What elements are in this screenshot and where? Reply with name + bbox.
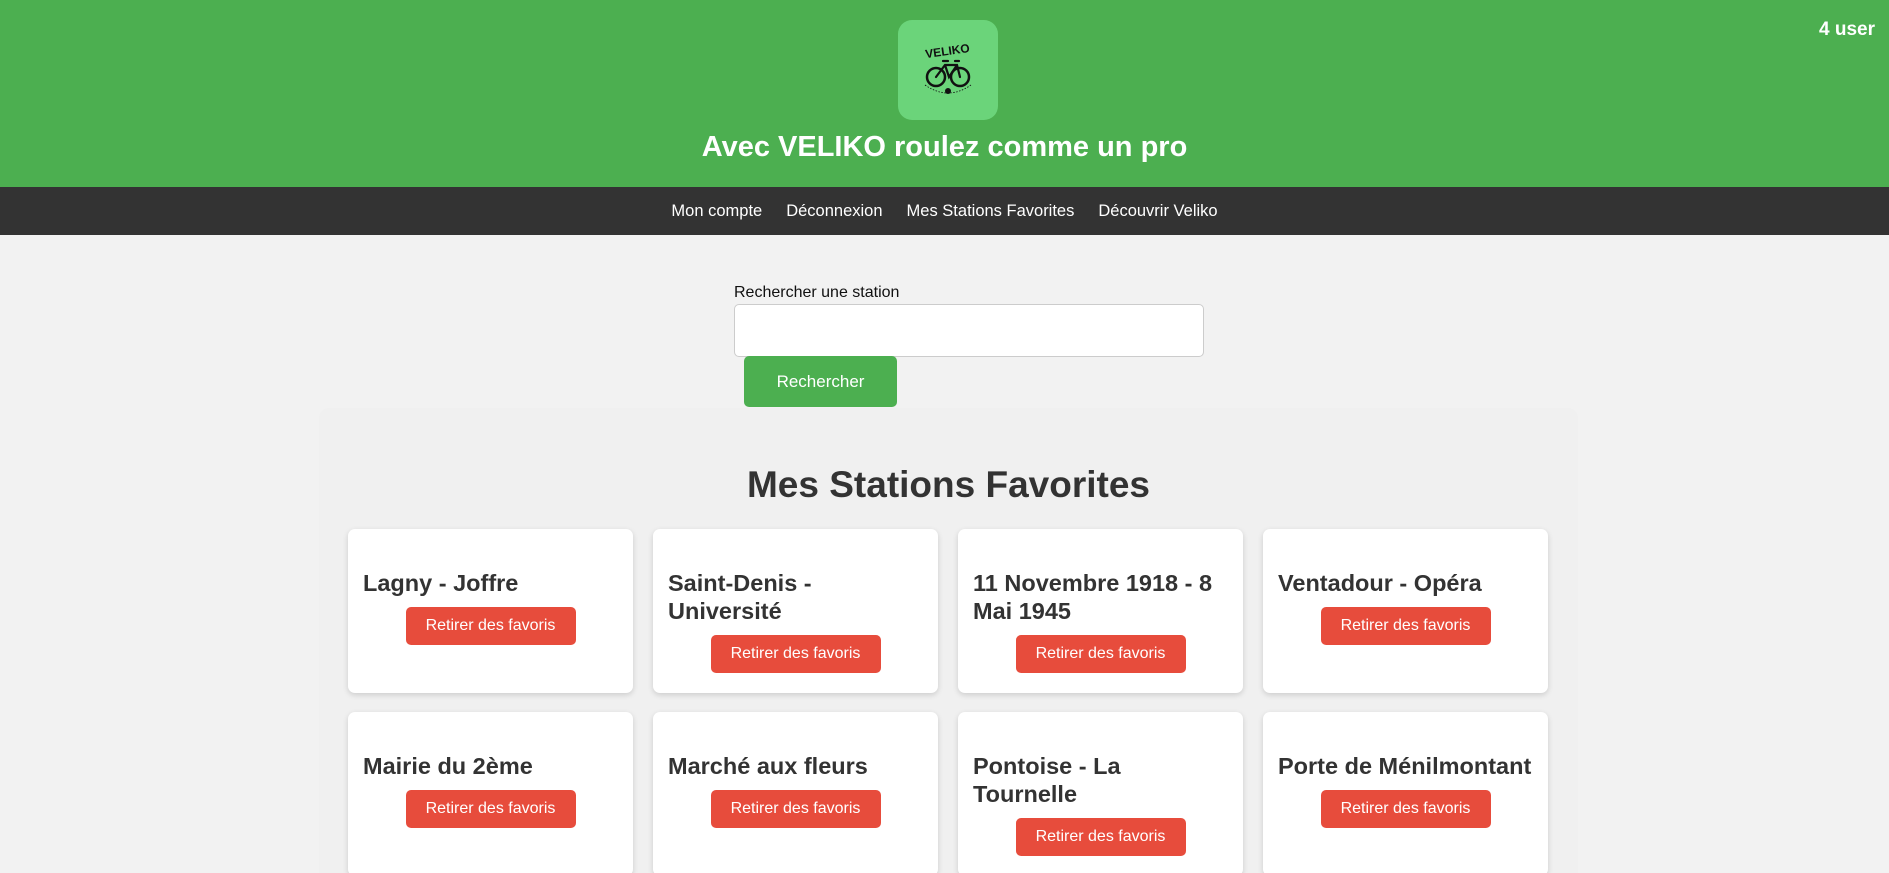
station-card: Saint-Denis - Université Retirer des fav… [653,529,938,693]
veliko-logo[interactable]: VELIKO [898,20,998,120]
station-name: Ventadour - Opéra [1278,570,1482,596]
station-name: Lagny - Joffre [363,570,519,596]
nav-link-deconnexion[interactable]: Déconnexion [786,202,882,221]
remove-favorite-button[interactable]: Retirer des favoris [1320,607,1491,645]
station-name: Pontoise - La Tournelle [973,753,1121,807]
bicycle-icon: VELIKO [924,41,972,94]
nav-link-favorites[interactable]: Mes Stations Favorites [907,202,1075,221]
favorites-grid: Lagny - Joffre Retirer des favoris Saint… [348,529,1548,873]
station-name: Marché aux fleurs [668,753,868,779]
remove-favorite-button[interactable]: Retirer des favoris [405,790,576,828]
nav-link-mon-compte[interactable]: Mon compte [671,202,762,221]
search-form: Rechercher une station [734,284,1204,357]
station-card: Mairie du 2ème Retirer des favoris [348,712,633,873]
search-input[interactable] [734,304,1204,357]
station-card: Marché aux fleurs Retirer des favoris [653,712,938,873]
station-card: Lagny - Joffre Retirer des favoris [348,529,633,693]
station-card: Porte de Ménilmontant Retirer des favori… [1263,712,1548,873]
remove-favorite-button[interactable]: Retirer des favoris [710,635,881,673]
remove-favorite-button[interactable]: Retirer des favoris [1320,790,1491,828]
main-nav: Mon compte Déconnexion Mes Stations Favo… [0,187,1889,235]
search-button[interactable]: Rechercher [744,356,897,407]
favorites-title: Mes Stations Favorites [746,464,1150,505]
station-name: Porte de Ménilmontant [1278,753,1532,779]
remove-favorite-button[interactable]: Retirer des favoris [405,607,576,645]
station-card: 11 Novembre 1918 - 8 Mai 1945 Retirer de… [958,529,1243,693]
remove-favorite-button[interactable]: Retirer des favoris [1015,635,1186,673]
nav-link-decouvrir[interactable]: Découvrir Veliko [1098,202,1217,221]
search-label: Rechercher une station [734,284,900,301]
page-title: Avec VELIKO roulez comme un pro [701,131,1188,163]
station-card: Pontoise - La Tournelle Retirer des favo… [958,712,1243,873]
remove-favorite-button[interactable]: Retirer des favoris [1015,818,1186,856]
station-name: Saint-Denis - Université [668,570,812,624]
user-count: 4 user [1819,19,1875,40]
svg-text:VELIKO: VELIKO [924,41,970,61]
station-card: Ventadour - Opéra Retirer des favoris [1263,529,1548,693]
remove-favorite-button[interactable]: Retirer des favoris [710,790,881,828]
site-header: VELIKO Avec VELIKO roulez comme un pro 4… [0,0,1889,187]
favorites-panel: Mes Stations Favorites Lagny - Joffre Re… [319,408,1578,873]
station-name: 11 Novembre 1918 - 8 Mai 1945 [973,570,1213,624]
station-name: Mairie du 2ème [363,753,533,779]
